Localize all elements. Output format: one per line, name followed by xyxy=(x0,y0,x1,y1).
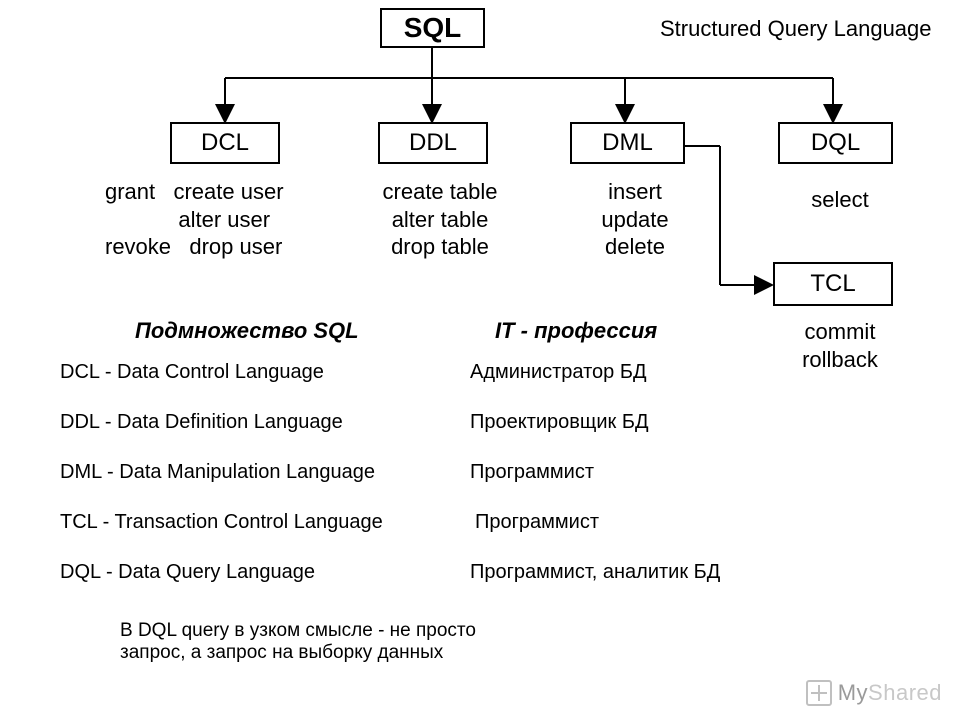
def-dcl: DCL - Data Control Language xyxy=(60,362,324,382)
prof-3: Программист xyxy=(475,512,599,532)
ops-dml: insert update delete xyxy=(590,178,680,261)
node-dql: DQL xyxy=(778,122,893,164)
root-label: SQL xyxy=(404,12,462,44)
ops-ddl: create table alter table drop table xyxy=(370,178,510,261)
node-ddl-label: DDL xyxy=(409,129,457,157)
node-dcl: DCL xyxy=(170,122,280,164)
node-dql-label: DQL xyxy=(811,129,860,157)
watermark-myshared: MyShared xyxy=(806,680,942,706)
prof-4: Программист, аналитик БД xyxy=(470,562,720,582)
root-subtitle: Structured Query Language xyxy=(660,16,932,42)
ops-dql: select xyxy=(800,186,880,214)
heading-subset: Подмножество SQL xyxy=(135,318,359,344)
node-tcl-label: TCL xyxy=(810,270,855,298)
def-tcl: TCL - Transaction Control Language xyxy=(60,512,383,532)
ops-dcl: grant create user alter user revoke drop… xyxy=(105,178,365,261)
node-tcl: TCL xyxy=(773,262,893,306)
node-dml-label: DML xyxy=(602,129,653,157)
prof-2: Программист xyxy=(470,462,594,482)
heading-profession: IT - профессия xyxy=(495,318,657,344)
def-dml: DML - Data Manipulation Language xyxy=(60,462,375,482)
footnote: В DQL query в узком смысле - не просто з… xyxy=(120,620,476,664)
ops-tcl: commit rollback xyxy=(790,318,890,373)
watermark-shared: Shared xyxy=(868,680,942,705)
node-dml: DML xyxy=(570,122,685,164)
node-dcl-label: DCL xyxy=(201,129,249,157)
def-dql: DQL - Data Query Language xyxy=(60,562,315,582)
def-ddl: DDL - Data Definition Language xyxy=(60,412,343,432)
root-node-sql: SQL xyxy=(380,8,485,48)
prof-1: Проектировщик БД xyxy=(470,412,649,432)
prof-0: Администратор БД xyxy=(470,362,647,382)
watermark-grid-icon xyxy=(806,680,832,706)
watermark-my: My xyxy=(838,680,868,705)
node-ddl: DDL xyxy=(378,122,488,164)
